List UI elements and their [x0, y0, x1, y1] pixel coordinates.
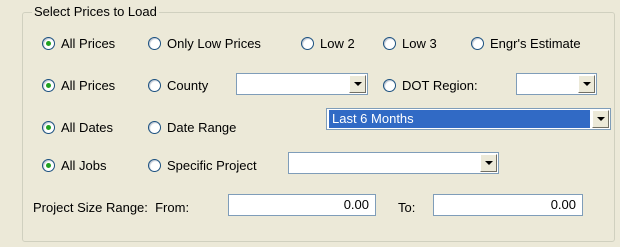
- radio-label: Specific Project: [167, 157, 257, 173]
- radio-all-prices-1[interactable]: All Prices: [42, 33, 115, 53]
- radio-label: All Prices: [61, 77, 116, 93]
- radio-only-low-prices[interactable]: Only Low Prices: [148, 33, 261, 53]
- radio-specific-project[interactable]: Specific Project: [148, 155, 257, 175]
- to-label: To:: [398, 200, 416, 215]
- radio-unselected-icon: [148, 36, 161, 50]
- date-range-dropdown[interactable]: Last 6 Months: [326, 108, 611, 130]
- radio-label: DOT Region:: [402, 77, 478, 93]
- radio-label: County: [167, 77, 209, 93]
- dot-region-value: [519, 75, 576, 93]
- project-size-range-label: Project Size Range: From:: [33, 200, 190, 215]
- radio-label: All Dates: [61, 119, 114, 135]
- dot-region-dropdown[interactable]: [516, 73, 597, 95]
- radio-label: Engr's Estimate: [490, 35, 581, 51]
- radio-selected-icon: [42, 78, 55, 92]
- radio-label: All Prices: [61, 35, 116, 51]
- radio-date-range[interactable]: Date Range: [148, 117, 236, 137]
- county-dropdown[interactable]: [236, 73, 368, 95]
- chevron-down-icon[interactable]: [349, 75, 366, 93]
- group-title: Select Prices to Load: [32, 4, 159, 20]
- size-to-input[interactable]: 0.00: [433, 194, 583, 216]
- size-from-input[interactable]: 0.00: [228, 194, 376, 216]
- radio-dot-region[interactable]: DOT Region:: [383, 75, 478, 95]
- radio-selected-icon: [42, 158, 55, 172]
- radio-unselected-icon: [383, 36, 396, 50]
- radio-low-3[interactable]: Low 3: [383, 33, 437, 53]
- radio-unselected-icon: [471, 36, 484, 50]
- radio-low-2[interactable]: Low 2: [301, 33, 355, 53]
- radio-unselected-icon: [148, 158, 161, 172]
- chevron-down-icon[interactable]: [480, 154, 497, 172]
- radio-county[interactable]: County: [148, 75, 208, 95]
- radio-all-prices-2[interactable]: All Prices: [42, 75, 115, 95]
- radio-all-dates[interactable]: All Dates: [42, 117, 113, 137]
- radio-unselected-icon: [301, 36, 314, 50]
- radio-label: Only Low Prices: [167, 35, 261, 51]
- radio-label: Date Range: [167, 119, 237, 135]
- county-value: [239, 75, 347, 93]
- date-range-value: Last 6 Months: [329, 110, 590, 128]
- specific-project-dropdown[interactable]: [288, 152, 499, 174]
- radio-unselected-icon: [383, 78, 396, 92]
- radio-label: Low 2: [320, 35, 355, 51]
- radio-selected-icon: [42, 36, 55, 50]
- radio-engrs-estimate[interactable]: Engr's Estimate: [471, 33, 581, 53]
- specific-project-value: [291, 154, 478, 172]
- chevron-down-icon[interactable]: [592, 110, 609, 128]
- radio-label: Low 3: [402, 35, 437, 51]
- radio-unselected-icon: [148, 120, 161, 134]
- radio-all-jobs[interactable]: All Jobs: [42, 155, 107, 175]
- chevron-down-icon[interactable]: [578, 75, 595, 93]
- radio-unselected-icon: [148, 78, 161, 92]
- radio-label: All Jobs: [61, 157, 107, 173]
- radio-selected-icon: [42, 120, 55, 134]
